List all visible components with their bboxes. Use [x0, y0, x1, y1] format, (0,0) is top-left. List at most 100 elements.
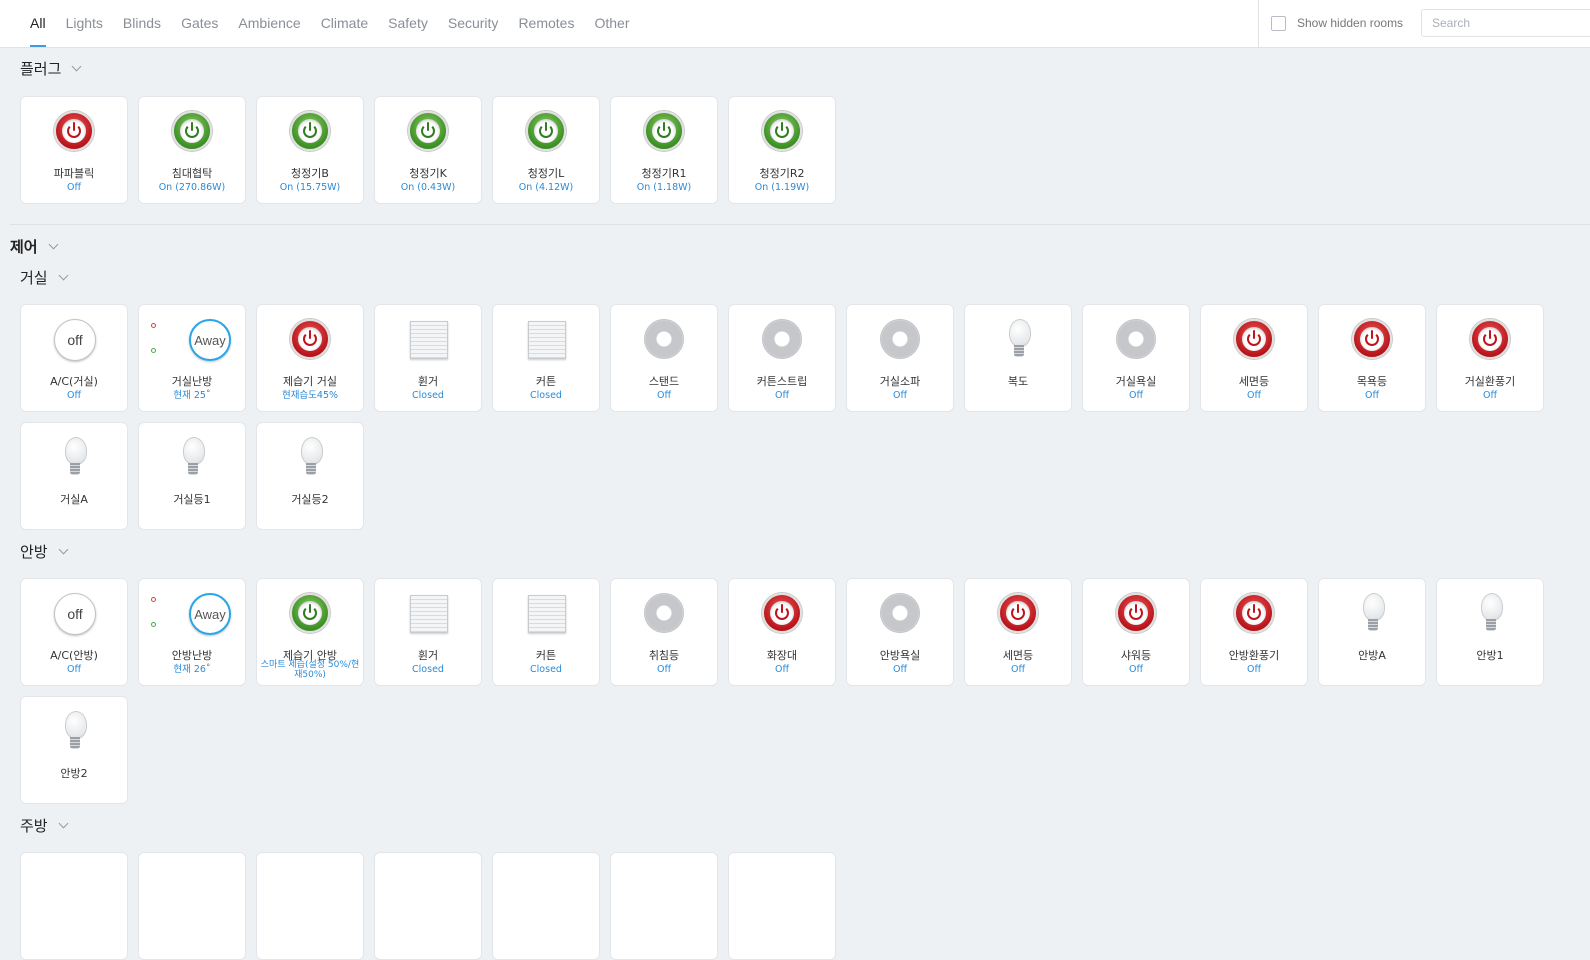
dimmer-icon[interactable] — [1116, 319, 1158, 361]
tab-all[interactable]: All — [20, 0, 56, 47]
device-card[interactable]: 안방환풍기 Off — [1200, 578, 1308, 686]
section-title-plug[interactable]: 플러그 — [20, 58, 82, 79]
device-card[interactable]: 스탠드 Off — [610, 304, 718, 412]
thermostat-arrows-icon[interactable] — [151, 323, 156, 373]
light-bulb-icon[interactable] — [172, 437, 214, 479]
device-card[interactable] — [20, 852, 128, 960]
device-card[interactable]: 휜거 Closed — [374, 578, 482, 686]
tab-lights[interactable]: Lights — [56, 0, 113, 47]
power-button-icon[interactable] — [1116, 593, 1158, 635]
device-card[interactable]: 휜거 Closed — [374, 304, 482, 412]
device-card[interactable]: 파파블릭 Off — [20, 96, 128, 204]
power-button-icon[interactable] — [290, 593, 332, 635]
thermostat-away-icon[interactable]: Away — [189, 319, 231, 361]
device-card[interactable]: off A/C(안방) Off — [20, 578, 128, 686]
dimmer-icon[interactable] — [880, 319, 922, 361]
device-card[interactable]: 제습기 거실 현재습도45% — [256, 304, 364, 412]
power-button-icon[interactable] — [54, 111, 96, 153]
tab-remotes[interactable]: Remotes — [508, 0, 584, 47]
device-card[interactable]: 샤워등 Off — [1082, 578, 1190, 686]
shutter-icon[interactable] — [408, 593, 450, 635]
tab-other[interactable]: Other — [584, 0, 639, 47]
power-button-icon[interactable] — [762, 111, 804, 153]
device-card[interactable]: 커튼 Closed — [492, 578, 600, 686]
device-card[interactable]: Away 안방난방 현재 26˚ — [138, 578, 246, 686]
power-button-icon[interactable] — [1234, 319, 1276, 361]
device-card[interactable]: 세면등 Off — [964, 578, 1072, 686]
device-card[interactable] — [256, 852, 364, 960]
power-button-icon[interactable] — [290, 319, 332, 361]
device-card[interactable]: 커튼스트립 Off — [728, 304, 836, 412]
tab-gates[interactable]: Gates — [171, 0, 228, 47]
device-card[interactable]: 청정기L On (4.12W) — [492, 96, 600, 204]
tab-climate[interactable]: Climate — [311, 0, 378, 47]
shutter-icon[interactable] — [526, 319, 568, 361]
device-card[interactable]: Away 거실난방 현재 25˚ — [138, 304, 246, 412]
light-bulb-icon[interactable] — [1352, 593, 1394, 635]
light-bulb-icon[interactable] — [1470, 593, 1512, 635]
device-card[interactable]: 거실환풍기 Off — [1436, 304, 1544, 412]
power-button-icon[interactable] — [526, 111, 568, 153]
device-card[interactable]: 세면등 Off — [1200, 304, 1308, 412]
room-title-master[interactable]: 안방 — [20, 541, 69, 562]
ac-off-icon[interactable]: off — [54, 319, 96, 361]
device-card[interactable]: 안방2 — [20, 696, 128, 804]
tab-safety[interactable]: Safety — [378, 0, 438, 47]
device-card[interactable]: 청정기K On (0.43W) — [374, 96, 482, 204]
device-card[interactable]: 화장대 Off — [728, 578, 836, 686]
device-card[interactable]: 목욕등 Off — [1318, 304, 1426, 412]
device-card[interactable]: 안방1 — [1436, 578, 1544, 686]
section-title-control[interactable]: 제어 — [10, 236, 59, 257]
shutter-icon[interactable] — [408, 319, 450, 361]
device-card[interactable]: off A/C(거실) Off — [20, 304, 128, 412]
device-card[interactable]: 복도 — [964, 304, 1072, 412]
device-card[interactable]: 거실등2 — [256, 422, 364, 530]
device-card[interactable]: 거실A — [20, 422, 128, 530]
power-button-icon[interactable] — [1234, 593, 1276, 635]
show-hidden-rooms-label[interactable]: Show hidden rooms — [1297, 16, 1403, 30]
light-bulb-icon[interactable] — [290, 437, 332, 479]
device-card[interactable]: 거실등1 — [138, 422, 246, 530]
device-card[interactable]: 취침등 Off — [610, 578, 718, 686]
device-card[interactable]: 거실소파 Off — [846, 304, 954, 412]
room-title-kitchen[interactable]: 주방 — [20, 815, 69, 836]
power-button-icon[interactable] — [1470, 319, 1512, 361]
device-card[interactable]: 커튼 Closed — [492, 304, 600, 412]
thermostat-arrows-icon[interactable] — [151, 597, 156, 647]
power-button-icon[interactable] — [172, 111, 214, 153]
device-card[interactable]: 침대협탁 On (270.86W) — [138, 96, 246, 204]
power-button-icon[interactable] — [762, 593, 804, 635]
light-bulb-icon[interactable] — [54, 711, 96, 753]
device-card[interactable]: 안방A — [1318, 578, 1426, 686]
light-bulb-icon[interactable] — [998, 319, 1040, 361]
power-button-icon[interactable] — [998, 593, 1040, 635]
power-button-icon[interactable] — [1352, 319, 1394, 361]
device-card[interactable]: 안방욕실 Off — [846, 578, 954, 686]
tab-ambience[interactable]: Ambience — [228, 0, 310, 47]
tab-security[interactable]: Security — [438, 0, 509, 47]
device-card[interactable] — [374, 852, 482, 960]
device-card[interactable] — [138, 852, 246, 960]
device-card[interactable]: 청정기R1 On (1.18W) — [610, 96, 718, 204]
light-bulb-icon[interactable] — [54, 437, 96, 479]
device-card[interactable]: 청정기R2 On (1.19W) — [728, 96, 836, 204]
power-button-icon[interactable] — [644, 111, 686, 153]
device-card[interactable] — [492, 852, 600, 960]
dimmer-icon[interactable] — [644, 593, 686, 635]
shutter-icon[interactable] — [526, 593, 568, 635]
thermostat-away-icon[interactable]: Away — [189, 593, 231, 635]
dimmer-icon[interactable] — [644, 319, 686, 361]
device-card[interactable] — [610, 852, 718, 960]
room-title-living[interactable]: 거실 — [20, 267, 69, 288]
dimmer-icon[interactable] — [762, 319, 804, 361]
search-input[interactable] — [1421, 9, 1590, 37]
device-card[interactable]: 청정기B On (15.75W) — [256, 96, 364, 204]
device-card[interactable] — [728, 852, 836, 960]
device-card[interactable]: 제습기 안방 스마트 제습(설정 50%/현재50%) — [256, 578, 364, 686]
device-card[interactable]: 거실욕실 Off — [1082, 304, 1190, 412]
tab-blinds[interactable]: Blinds — [113, 0, 171, 47]
dimmer-icon[interactable] — [880, 593, 922, 635]
ac-off-icon[interactable]: off — [54, 593, 96, 635]
show-hidden-rooms-checkbox[interactable] — [1271, 16, 1286, 31]
power-button-icon[interactable] — [290, 111, 332, 153]
